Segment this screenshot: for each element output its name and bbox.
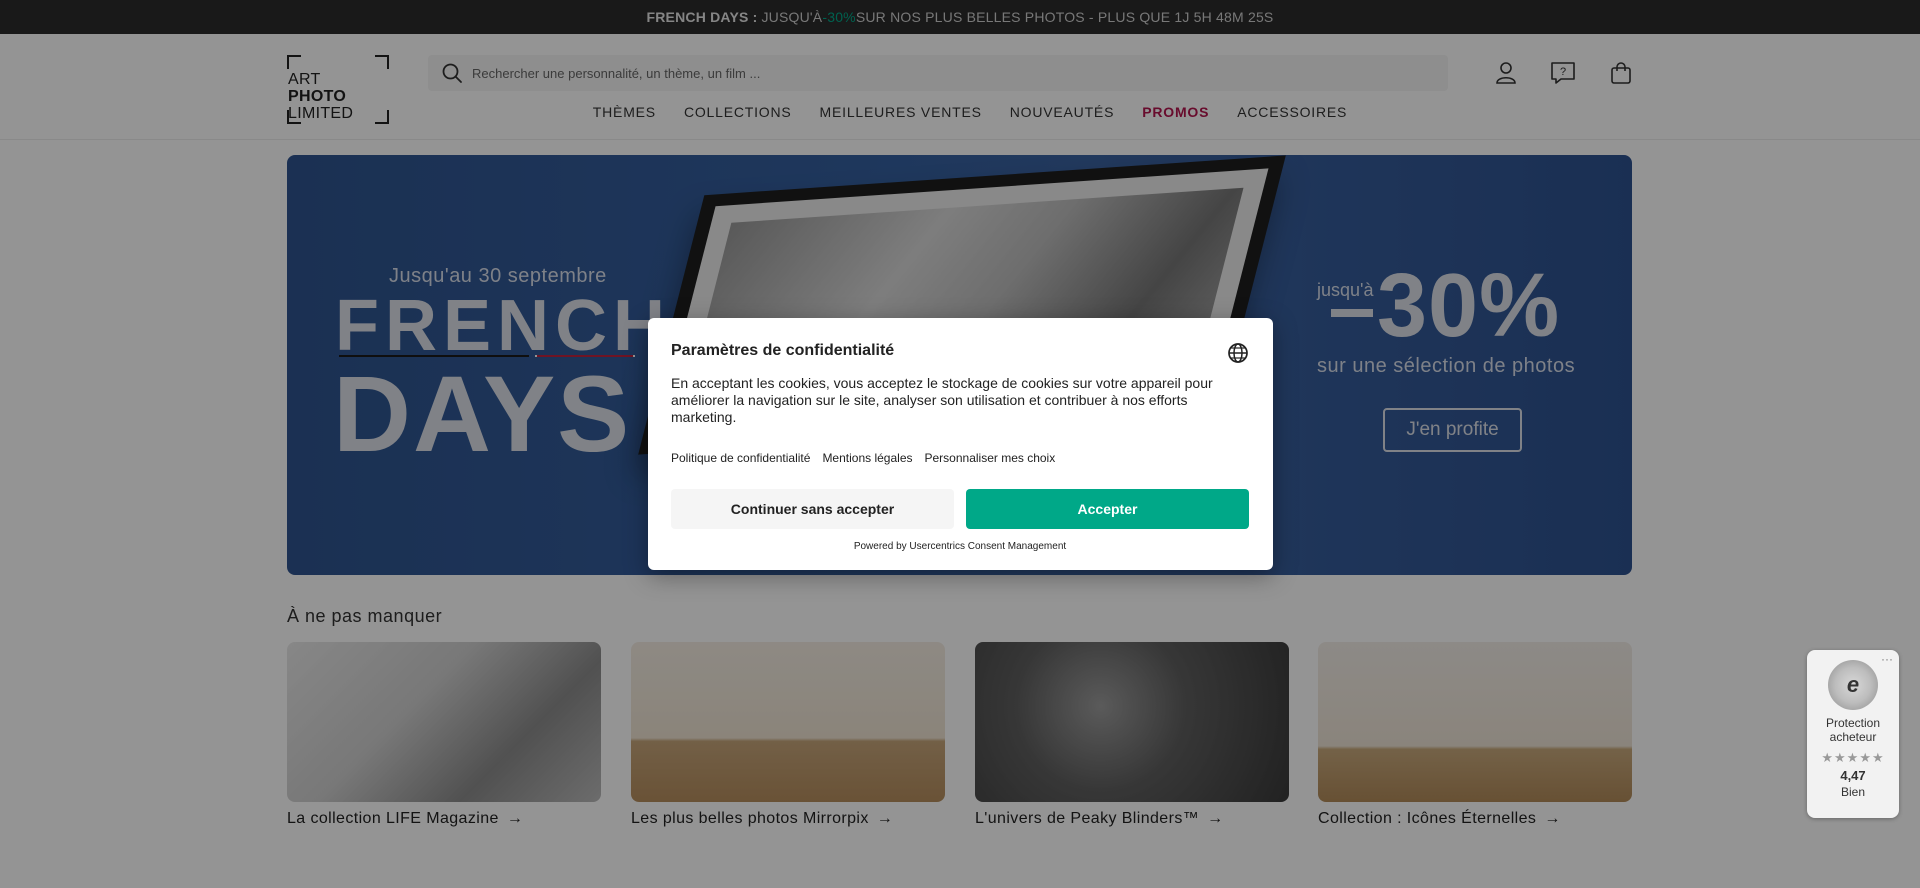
continue-without-accepting-button[interactable]: Continuer sans accepter <box>671 489 954 529</box>
legal-notice-link[interactable]: Mentions légales <box>822 451 912 465</box>
seal-letter: e <box>1846 672 1860 697</box>
consent-dialog: Paramètres de confidentialité En accepta… <box>648 318 1273 570</box>
accept-button[interactable]: Accepter <box>966 489 1249 529</box>
trust-badge[interactable]: ··· e Protection acheteur ★★★★★ 4,47 Bie… <box>1807 650 1899 818</box>
globe-icon[interactable] <box>1227 342 1249 364</box>
customize-choices-link[interactable]: Personnaliser mes choix <box>925 451 1056 465</box>
powered-by: Powered by Usercentrics Consent Manageme… <box>853 541 1067 552</box>
trust-verdict: Bien <box>1840 785 1866 799</box>
consent-body: En acceptant les cookies, vous acceptez … <box>671 375 1213 425</box>
more-icon[interactable]: ··· <box>1881 652 1893 666</box>
trust-score: 4,47 <box>1840 768 1866 783</box>
privacy-policy-link[interactable]: Politique de confidentialité <box>671 451 810 465</box>
trust-badge-label: Protection acheteur <box>1825 716 1881 744</box>
trusted-shops-seal: e <box>1828 660 1878 710</box>
consent-title: Paramètres de confidentialité <box>671 342 895 359</box>
star-rating-icon: ★★★★★ <box>1821 750 1885 765</box>
